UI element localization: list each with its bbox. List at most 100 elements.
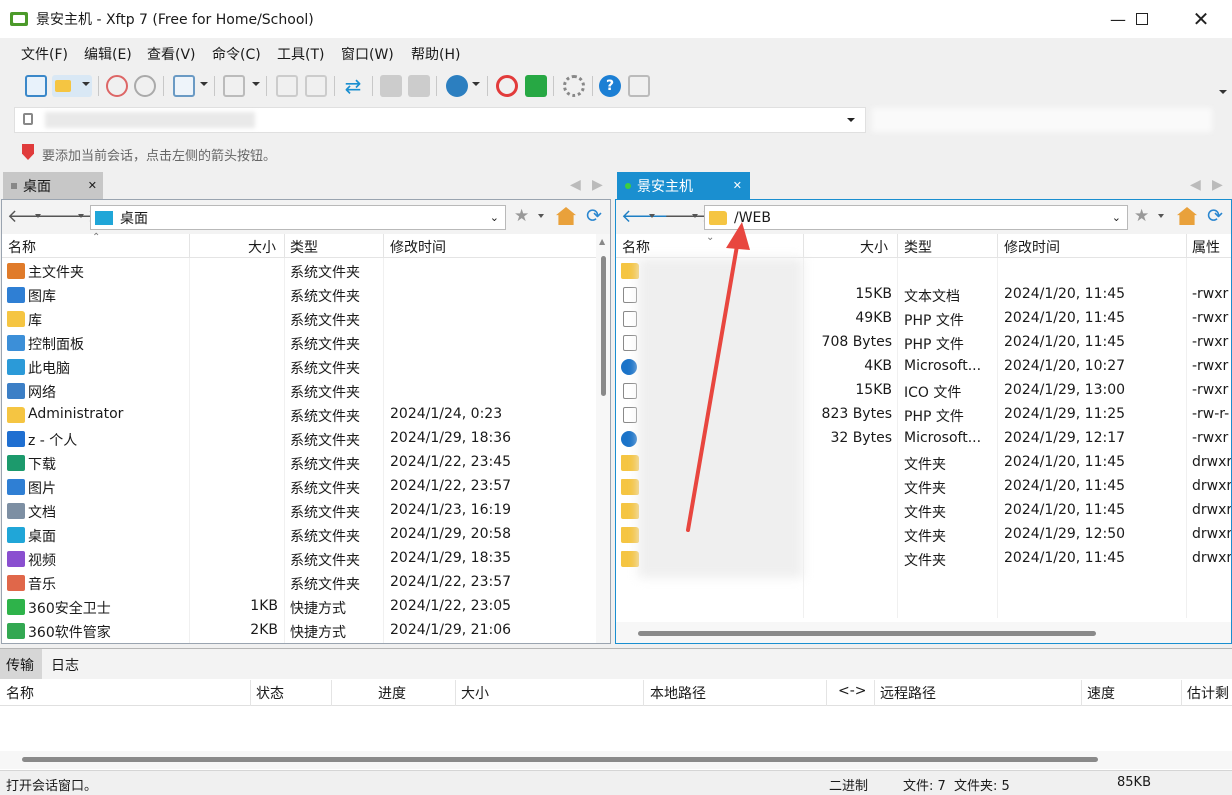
bookmark-icon[interactable] bbox=[22, 144, 34, 160]
forward-dropdown-icon[interactable] bbox=[78, 214, 84, 218]
scrollbar-thumb[interactable] bbox=[638, 631, 1096, 636]
download-toolbar-icon[interactable] bbox=[305, 75, 327, 97]
xftp-green-icon[interactable] bbox=[525, 75, 547, 97]
paste-icon[interactable] bbox=[408, 75, 430, 97]
refresh-icon[interactable]: ⟳ bbox=[1207, 205, 1223, 227]
menu-file[interactable]: 文件(F) bbox=[21, 44, 68, 64]
copy-icon[interactable] bbox=[380, 75, 402, 97]
tab-log[interactable]: 日志 bbox=[51, 655, 79, 675]
col-direction[interactable]: <-> bbox=[838, 683, 867, 699]
tab-transfer[interactable]: 传输 bbox=[6, 655, 34, 675]
help-icon[interactable]: ? bbox=[599, 75, 621, 97]
star-dropdown-icon[interactable] bbox=[538, 214, 544, 218]
local-vertical-scrollbar[interactable]: ▲ bbox=[596, 234, 610, 643]
scrollbar-thumb[interactable] bbox=[22, 757, 1098, 762]
terminal-icon[interactable] bbox=[223, 75, 245, 97]
star-icon[interactable]: ★ bbox=[1134, 206, 1149, 226]
address-dropdown-icon[interactable] bbox=[847, 118, 855, 122]
sync-arrows-icon[interactable]: ⇄ bbox=[342, 75, 364, 97]
home-folder-icon[interactable] bbox=[1177, 207, 1197, 225]
table-row[interactable]: 360安全卫士 1KB 快捷方式 2024/1/22, 23:05 bbox=[2, 595, 596, 619]
star-dropdown-icon[interactable] bbox=[1158, 214, 1164, 218]
table-row[interactable]: 音乐 系统文件夹 2024/1/22, 23:57 bbox=[2, 571, 596, 595]
connected-indicator-icon bbox=[625, 182, 631, 189]
table-row[interactable]: 主文件夹 系统文件夹 bbox=[2, 259, 596, 283]
cell-type: PHP 文件 bbox=[904, 313, 964, 329]
table-row[interactable]: Administrator 系统文件夹 2024/1/24, 0:23 bbox=[2, 403, 596, 427]
col-name[interactable]: 名称 bbox=[8, 237, 36, 257]
tab-scroll-right-icon[interactable]: ▶ bbox=[592, 177, 603, 193]
path-dropdown-icon[interactable]: ⌄ bbox=[1112, 211, 1121, 224]
upload-icon[interactable] bbox=[276, 75, 298, 97]
table-row[interactable]: 视频 系统文件夹 2024/1/29, 18:35 bbox=[2, 547, 596, 571]
back-dropdown-icon[interactable] bbox=[649, 214, 655, 218]
transfer-mode[interactable]: 二进制 bbox=[829, 775, 868, 794]
path-dropdown-icon[interactable]: ⌄ bbox=[490, 211, 499, 224]
table-row[interactable]: 网络 系统文件夹 bbox=[2, 379, 596, 403]
close-button[interactable]: ✕ bbox=[1178, 0, 1224, 38]
menu-tools[interactable]: 工具(T) bbox=[277, 44, 324, 64]
globe-icon[interactable] bbox=[446, 75, 468, 97]
maximize-button[interactable] bbox=[1119, 0, 1165, 38]
table-row[interactable]: z - 个人 系统文件夹 2024/1/29, 18:36 bbox=[2, 427, 596, 451]
col-size[interactable]: 大小 bbox=[860, 237, 888, 257]
menu-command[interactable]: 命令(C) bbox=[212, 44, 261, 64]
gear-icon[interactable] bbox=[563, 75, 585, 97]
tab-close-icon[interactable]: ✕ bbox=[88, 179, 97, 192]
col-eta[interactable]: 估计剩 bbox=[1187, 683, 1229, 703]
col-speed[interactable]: 速度 bbox=[1087, 683, 1115, 703]
table-row[interactable]: 360软件管家 2KB 快捷方式 2024/1/29, 21:06 bbox=[2, 619, 596, 643]
remote-path-box[interactable]: /WEB ⌄ bbox=[704, 205, 1128, 230]
tab-scroll-right-icon[interactable]: ▶ bbox=[1212, 177, 1223, 193]
tab-desktop[interactable]: 桌面 ✕ bbox=[3, 172, 103, 199]
col-attributes[interactable]: 属性 bbox=[1192, 237, 1220, 257]
col-local-path[interactable]: 本地路径 bbox=[650, 683, 706, 703]
menu-edit[interactable]: 编辑(E) bbox=[84, 44, 132, 64]
local-path-box[interactable]: 桌面 ⌄ bbox=[90, 205, 506, 230]
menu-help[interactable]: 帮助(H) bbox=[411, 44, 460, 64]
open-session-icon[interactable] bbox=[52, 75, 92, 97]
menu-view[interactable]: 查看(V) bbox=[147, 44, 196, 64]
col-remote-path[interactable]: 远程路径 bbox=[880, 683, 936, 703]
col-status[interactable]: 状态 bbox=[256, 683, 284, 703]
chat-icon[interactable] bbox=[628, 75, 650, 97]
reconnect-icon[interactable] bbox=[134, 75, 156, 97]
col-modified[interactable]: 修改时间 bbox=[390, 237, 446, 257]
table-row[interactable]: 桌面 系统文件夹 2024/1/29, 20:58 bbox=[2, 523, 596, 547]
home-folder-icon[interactable] bbox=[556, 207, 576, 225]
star-icon[interactable]: ★ bbox=[514, 206, 529, 226]
col-type[interactable]: 类型 bbox=[904, 237, 932, 257]
table-row[interactable]: 此电脑 系统文件夹 bbox=[2, 355, 596, 379]
col-size[interactable]: 大小 bbox=[248, 237, 276, 257]
col-modified[interactable]: 修改时间 bbox=[1004, 237, 1060, 257]
disconnect-icon[interactable] bbox=[106, 75, 128, 97]
col-size[interactable]: 大小 bbox=[461, 683, 489, 703]
table-row[interactable]: 文档 系统文件夹 2024/1/23, 16:19 bbox=[2, 499, 596, 523]
table-row[interactable]: 控制面板 系统文件夹 bbox=[2, 331, 596, 355]
scrollbar-thumb[interactable] bbox=[601, 256, 606, 396]
table-row[interactable]: 库 系统文件夹 bbox=[2, 307, 596, 331]
xshell-icon[interactable] bbox=[496, 75, 518, 97]
transfer-horizontal-scrollbar[interactable] bbox=[0, 751, 1232, 769]
tab-close-icon[interactable]: ✕ bbox=[733, 179, 742, 192]
tab-scroll-left-icon[interactable]: ◀ bbox=[570, 177, 581, 193]
back-arrow-icon[interactable]: 🡐 bbox=[7, 206, 55, 227]
address-bar[interactable] bbox=[14, 107, 866, 133]
menu-window[interactable]: 窗口(W) bbox=[341, 44, 394, 64]
table-row[interactable]: 图库 系统文件夹 bbox=[2, 283, 596, 307]
table-row[interactable]: 图片 系统文件夹 2024/1/22, 23:57 bbox=[2, 475, 596, 499]
col-name[interactable]: 名称 bbox=[622, 237, 650, 257]
properties-icon[interactable] bbox=[173, 75, 195, 97]
transfer-panel: 传输 日志 名称 状态 进度 大小 本地路径 <-> 远程路径 速度 估计剩 bbox=[0, 648, 1232, 770]
col-type[interactable]: 类型 bbox=[290, 237, 318, 257]
col-name[interactable]: 名称 bbox=[6, 683, 34, 703]
tab-scroll-left-icon[interactable]: ◀ bbox=[1190, 177, 1201, 193]
remote-horizontal-scrollbar[interactable] bbox=[616, 622, 1231, 643]
new-session-icon[interactable] bbox=[25, 75, 47, 97]
tab-jingan-host[interactable]: 景安主机 ✕ bbox=[617, 172, 750, 199]
col-progress[interactable]: 进度 bbox=[378, 683, 406, 703]
refresh-icon[interactable]: ⟳ bbox=[586, 205, 602, 227]
table-row[interactable]: 下载 系统文件夹 2024/1/22, 23:45 bbox=[2, 451, 596, 475]
back-dropdown-icon[interactable] bbox=[35, 214, 41, 218]
back-arrow-icon[interactable]: 🡐 bbox=[621, 206, 669, 227]
